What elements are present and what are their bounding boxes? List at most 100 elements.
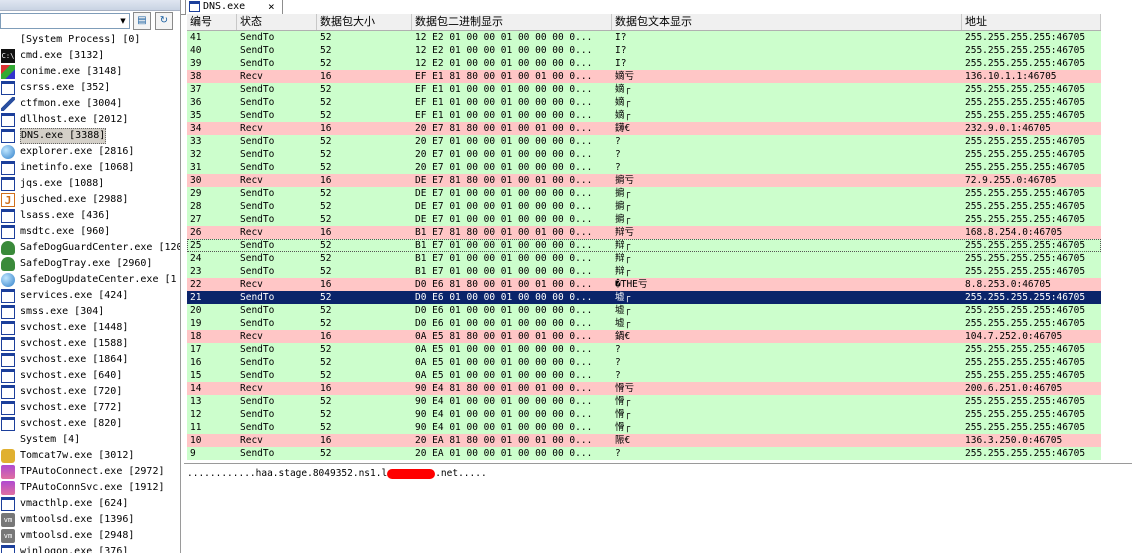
table-row[interactable]: 39 SendTo 52 12 E2 01 00 00 01 00 00 00 0..…: [187, 57, 1101, 70]
packet-text: I?: [615, 45, 627, 56]
packet-size: 52: [320, 45, 332, 56]
table-row[interactable]: 26 Recv 16 B1 E7 81 80 00 01 00 01 00 0... 辩…: [187, 226, 1101, 239]
table-row[interactable]: 32 SendTo 52 20 E7 01 00 00 01 00 00 00 0..…: [187, 148, 1101, 161]
column-header-address[interactable]: 地址: [962, 14, 1101, 30]
packet-size: 16: [320, 279, 332, 290]
table-row[interactable]: 38 Recv 16 EF E1 81 80 00 01 00 01 00 0... 嫡…: [187, 70, 1101, 83]
table-row[interactable]: 23 SendTo 52 B1 E7 01 00 00 01 00 00 00 0..…: [187, 265, 1101, 278]
table-row[interactable]: 12 SendTo 52 90 E4 01 00 00 01 00 00 00 0..…: [187, 408, 1101, 421]
table-row[interactable]: 41 SendTo 52 12 E2 01 00 00 01 00 00 00 0..…: [187, 31, 1101, 44]
vm-icon: vm: [1, 513, 15, 527]
column-header-hex[interactable]: 数据包二进制显示: [412, 14, 612, 30]
process-item[interactable]: svchost.exe [772]: [0, 400, 180, 416]
process-item[interactable]: csrss.exe [352]: [0, 80, 180, 96]
table-row[interactable]: 22 Recv 16 D0 E6 81 80 00 01 00 01 00 0... �…: [187, 278, 1101, 291]
table-row[interactable]: 17 SendTo 52 0A E5 01 00 00 01 00 00 00 0..…: [187, 343, 1101, 356]
process-item[interactable]: C:\ cmd.exe [3132]: [0, 48, 180, 64]
packet-address: 255.255.255.255:46705: [965, 162, 1086, 173]
table-row[interactable]: 16 SendTo 52 0A E5 01 00 00 01 00 00 00 0..…: [187, 356, 1101, 369]
process-item[interactable]: SafeDogGuardCenter.exe [120: [0, 240, 180, 256]
packet-number: 9: [190, 448, 196, 459]
process-item[interactable]: Tomcat7w.exe [3012]: [0, 448, 180, 464]
process-item[interactable]: vm vmtoolsd.exe [1396]: [0, 512, 180, 528]
table-row[interactable]: 27 SendTo 52 DE E7 01 00 00 01 00 00 00 0..…: [187, 213, 1101, 226]
column-header-status[interactable]: 状态: [237, 14, 317, 30]
packet-size: 52: [320, 97, 332, 108]
process-item[interactable]: svchost.exe [640]: [0, 368, 180, 384]
column-header-number[interactable]: 编号: [187, 14, 237, 30]
process-item[interactable]: inetinfo.exe [1068]: [0, 160, 180, 176]
table-row[interactable]: 40 SendTo 52 12 E2 01 00 00 01 00 00 00 0..…: [187, 44, 1101, 57]
table-row[interactable]: 31 SendTo 52 20 E7 01 00 00 01 00 00 00 0..…: [187, 161, 1101, 174]
process-item[interactable]: msdtc.exe [960]: [0, 224, 180, 240]
table-row[interactable]: 33 SendTo 52 20 E7 01 00 00 01 00 00 00 0..…: [187, 135, 1101, 148]
process-item[interactable]: smss.exe [304]: [0, 304, 180, 320]
packet-address: 255.255.255.255:46705: [965, 344, 1086, 355]
filter-combo[interactable]: ▼: [0, 13, 130, 29]
table-row[interactable]: 35 SendTo 52 EF E1 01 00 00 01 00 00 00 0..…: [187, 109, 1101, 122]
table-row[interactable]: 11 SendTo 52 90 E4 01 00 00 01 00 00 00 0..…: [187, 421, 1101, 434]
process-item[interactable]: lsass.exe [436]: [0, 208, 180, 224]
process-item[interactable]: jqs.exe [1088]: [0, 176, 180, 192]
table-row[interactable]: 29 SendTo 52 DE E7 01 00 00 01 00 00 00 0..…: [187, 187, 1101, 200]
process-name: conime.exe [3148]: [20, 66, 123, 77]
packet-text: 墟┌: [615, 305, 631, 316]
process-item[interactable]: vmacthlp.exe [624]: [0, 496, 180, 512]
process-item[interactable]: svchost.exe [1588]: [0, 336, 180, 352]
table-row[interactable]: 13 SendTo 52 90 E4 01 00 00 01 00 00 00 0..…: [187, 395, 1101, 408]
table-row[interactable]: 19 SendTo 52 D0 E6 01 00 00 01 00 00 00 0..…: [187, 317, 1101, 330]
packet-hex: 0A E5 01 00 00 01 00 00 00 0...: [415, 357, 593, 368]
process-item[interactable]: Jjusched.exe [2988]: [0, 192, 180, 208]
process-item[interactable]: winlogon.exe [376]: [0, 544, 180, 553]
process-item[interactable]: services.exe [424]: [0, 288, 180, 304]
process-item[interactable]: ctfmon.exe [3004]: [0, 96, 180, 112]
refresh-button[interactable]: ↻: [155, 12, 173, 30]
process-item[interactable]: SafeDogTray.exe [2960]: [0, 256, 180, 272]
close-icon[interactable]: ×: [268, 0, 275, 15]
process-item[interactable]: TPAutoConnSvc.exe [1912]: [0, 480, 180, 496]
process-item[interactable]: explorer.exe [2816]: [0, 144, 180, 160]
packet-address: 255.255.255.255:46705: [965, 110, 1086, 121]
table-row[interactable]: 20 SendTo 52 D0 E6 01 00 00 01 00 00 00 0..…: [187, 304, 1101, 317]
table-row[interactable]: 14 Recv 16 90 E4 81 80 00 01 00 01 00 0... 愲…: [187, 382, 1101, 395]
process-item[interactable]: SafeDogUpdateCenter.exe [1: [0, 272, 180, 288]
table-row[interactable]: 10 Recv 16 20 EA 81 80 00 01 00 01 00 0... …: [187, 434, 1101, 447]
column-header-size[interactable]: 数据包大小: [317, 14, 412, 30]
packet-number: 39: [190, 58, 202, 69]
window-icon: [1, 385, 15, 399]
process-item[interactable]: DNS.exe [3388]: [0, 128, 180, 144]
table-row[interactable]: 15 SendTo 52 0A E5 01 00 00 01 00 00 00 0..…: [187, 369, 1101, 382]
process-item[interactable]: conime.exe [3148]: [0, 64, 180, 80]
process-name: vmacthlp.exe [624]: [20, 498, 129, 509]
redaction-mark: [387, 468, 436, 479]
chevron-down-icon[interactable]: ▼: [118, 15, 128, 27]
table-row[interactable]: 30 Recv 16 DE E7 81 80 00 01 00 01 00 0... 掮…: [187, 174, 1101, 187]
tab-dns-exe[interactable]: DNS.exe ×: [185, 0, 283, 15]
process-item[interactable]: vm vmtoolsd.exe [2948]: [0, 528, 180, 544]
process-item[interactable]: dllhost.exe [2012]: [0, 112, 180, 128]
table-row[interactable]: 25 SendTo 52 B1 E7 01 00 00 01 00 00 00 0..…: [187, 239, 1101, 252]
process-item[interactable]: svchost.exe [1448]: [0, 320, 180, 336]
table-row[interactable]: 21 SendTo 52 D0 E6 01 00 00 01 00 00 00 0..…: [187, 291, 1101, 304]
packet-address: 255.255.255.255:46705: [965, 188, 1086, 199]
table-row[interactable]: 18 Recv 16 0A E5 81 80 00 01 00 01 00 0... …: [187, 330, 1101, 343]
packet-size: 16: [320, 71, 332, 82]
table-row[interactable]: 34 Recv 16 20 E7 81 80 00 01 00 01 00 0... …: [187, 122, 1101, 135]
table-row[interactable]: 36 SendTo 52 EF E1 01 00 00 01 00 00 00 0..…: [187, 96, 1101, 109]
table-row[interactable]: 37 SendTo 52 EF E1 01 00 00 01 00 00 00 0..…: [187, 83, 1101, 96]
process-item[interactable]: TPAutoConnect.exe [2972]: [0, 464, 180, 480]
column-header-text[interactable]: 数据包文本显示: [612, 14, 962, 30]
packet-text: 陙€: [615, 435, 631, 446]
table-row[interactable]: 9 SendTo 52 20 EA 01 00 00 01 00 00 00 0...…: [187, 447, 1101, 460]
process-item[interactable]: svchost.exe [720]: [0, 384, 180, 400]
packet-status: SendTo: [240, 448, 275, 459]
table-row[interactable]: 24 SendTo 52 B1 E7 01 00 00 01 00 00 00 0..…: [187, 252, 1101, 265]
process-item[interactable]: svchost.exe [820]: [0, 416, 180, 432]
process-item[interactable]: svchost.exe [1864]: [0, 352, 180, 368]
properties-button[interactable]: ▤: [133, 12, 151, 30]
packet-address: 72.9.255.0:46705: [965, 175, 1057, 186]
process-item[interactable]: [System Process] [0]: [0, 32, 180, 48]
process-item[interactable]: System [4]: [0, 432, 180, 448]
process-name: lsass.exe [436]: [20, 210, 111, 221]
table-row[interactable]: 28 SendTo 52 DE E7 01 00 00 01 00 00 00 0..…: [187, 200, 1101, 213]
